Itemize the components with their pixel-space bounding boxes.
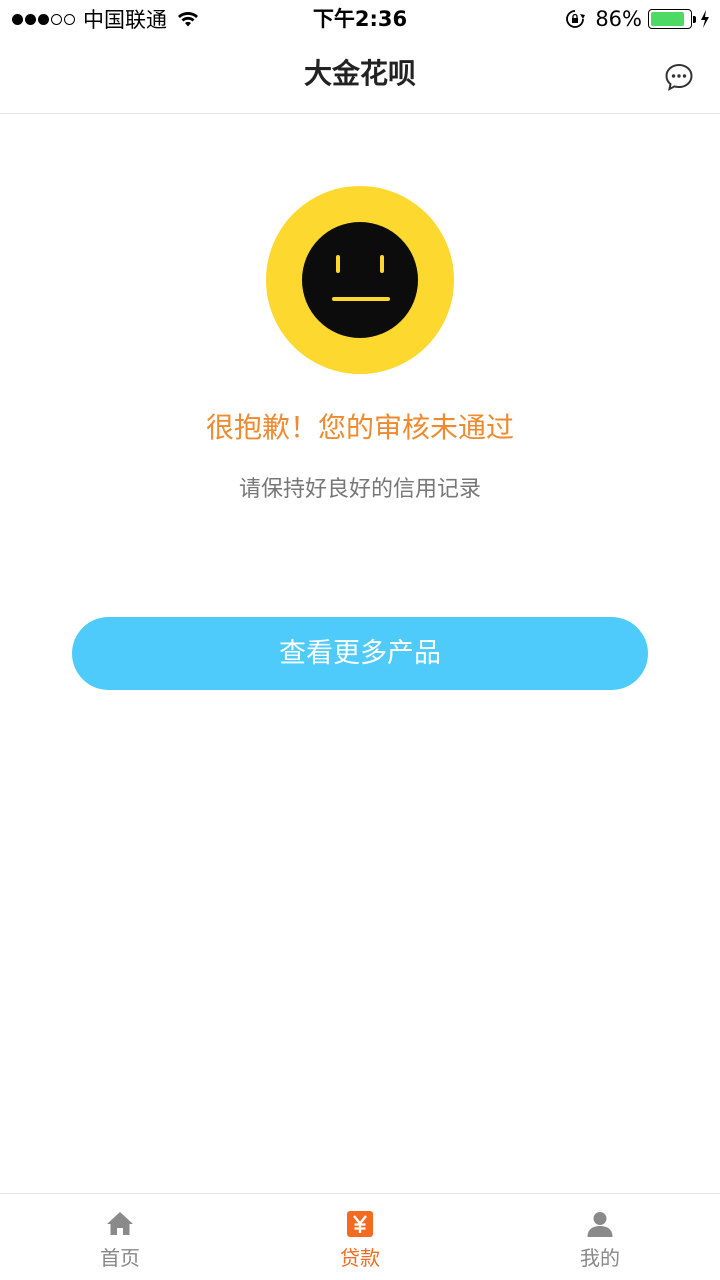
nav-bar: 大金花呗	[0, 38, 720, 114]
screen: 中国联通 下午2:36 86% 大金花呗 很抱歉！您的审核未通过 请保持好良好的…	[0, 0, 720, 1280]
battery-percentage: 86%	[595, 7, 642, 31]
tab-label-home: 首页	[100, 1246, 140, 1270]
signal-strength-icon	[12, 13, 75, 25]
wifi-icon	[178, 12, 198, 27]
yuan-icon	[347, 1211, 373, 1237]
status-left: 中国联通	[12, 6, 199, 32]
view-more-products-button[interactable]: 查看更多产品	[72, 617, 648, 690]
carrier-name: 中国联通	[83, 8, 167, 32]
tab-label-loan: 贷款	[340, 1246, 380, 1270]
result-title: 很抱歉！您的审核未通过	[205, 411, 514, 444]
tab-home[interactable]: 首页	[0, 1194, 240, 1280]
user-icon	[587, 1212, 613, 1237]
status-right: 86%	[565, 6, 710, 32]
battery-icon	[648, 9, 696, 29]
status-bar: 中国联通 下午2:36 86%	[0, 0, 720, 38]
page-title: 大金花呗	[303, 57, 416, 90]
rotation-lock-icon	[566, 10, 586, 28]
tab-label-mine: 我的	[580, 1246, 620, 1270]
result-subtitle: 请保持好良好的信用记录	[238, 477, 481, 502]
charging-icon	[701, 10, 709, 28]
tab-loan[interactable]: 贷款	[240, 1194, 480, 1280]
home-icon	[107, 1212, 133, 1235]
tab-mine[interactable]: 我的	[480, 1194, 720, 1280]
tab-bar: 首页 贷款 我的	[0, 1193, 720, 1280]
chat-bubble-icon	[665, 63, 693, 91]
message-button[interactable]	[664, 62, 694, 92]
neutral-face-icon	[266, 186, 454, 374]
